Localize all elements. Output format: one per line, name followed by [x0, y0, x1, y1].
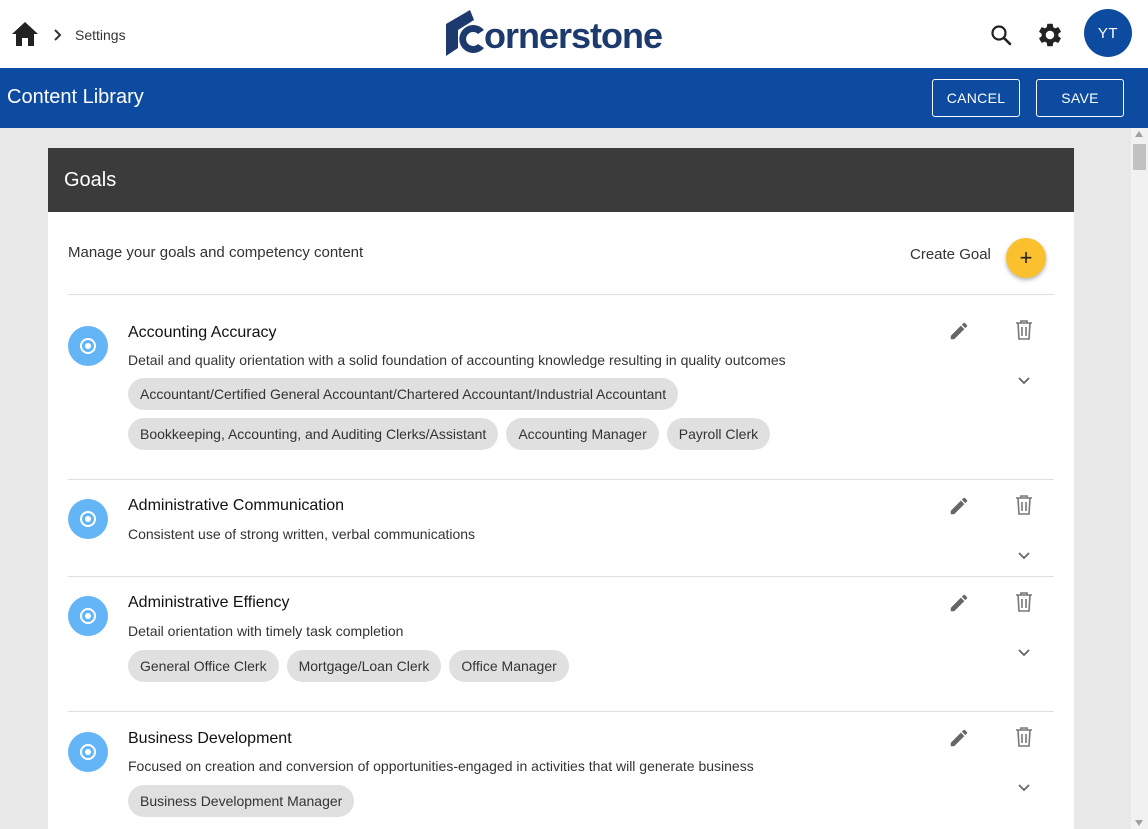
goal-title: Accounting Accuracy: [128, 324, 277, 341]
edit-pencil-icon[interactable]: [948, 320, 970, 342]
tag-chip: Bookkeeping, Accounting, and Auditing Cl…: [128, 418, 499, 450]
target-icon: [68, 326, 108, 366]
tag-chip: Accounting Manager: [506, 418, 659, 450]
goal-title: Business Development: [128, 730, 292, 747]
chevron-down-icon[interactable]: [1016, 779, 1032, 795]
goals-card: Goals Manage your goals and competency c…: [48, 148, 1074, 829]
create-goal-label[interactable]: Create Goal: [910, 246, 991, 263]
target-icon: [68, 596, 108, 636]
svg-text:ornerstone: ornerstone: [484, 15, 662, 56]
trash-icon[interactable]: [1014, 591, 1034, 613]
scroll-up-arrow-icon[interactable]: [1135, 131, 1143, 137]
plus-icon: +: [1019, 245, 1033, 270]
trash-icon[interactable]: [1014, 726, 1034, 748]
edit-pencil-icon[interactable]: [948, 592, 970, 614]
target-icon: [68, 732, 108, 772]
cornerstone-logo: ornerstone: [446, 10, 663, 56]
card-description: Manage your goals and competency content: [68, 244, 364, 261]
chevron-down-icon[interactable]: [1016, 644, 1032, 660]
chevron-right-icon: [54, 29, 62, 41]
goal-description: Focused on creation and conversion of op…: [128, 758, 754, 774]
target-icon: [68, 499, 108, 539]
avatar[interactable]: YT: [1084, 9, 1132, 57]
goal-item: Accounting Accuracy Detail and quality o…: [68, 294, 1054, 479]
trash-icon[interactable]: [1014, 494, 1034, 516]
top-bar: Settings ornerstone YT: [0, 0, 1148, 68]
scroll-down-arrow-icon[interactable]: [1135, 820, 1143, 826]
tag-chip: Payroll Clerk: [666, 418, 771, 450]
gear-icon[interactable]: [1036, 21, 1064, 49]
tag-chip: Office Manager: [449, 650, 569, 682]
goal-item: Administrative Communication Consistent …: [68, 479, 1054, 576]
tag-chip: Business Development Manager: [128, 785, 355, 817]
page-title: Content Library: [7, 86, 144, 108]
search-icon[interactable]: [989, 23, 1013, 47]
goal-description: Consistent use of strong written, verbal…: [128, 526, 476, 542]
goal-item: Business Development Focused on creation…: [68, 711, 1054, 829]
goal-description: Detail and quality orientation with a so…: [128, 352, 786, 368]
tag-chip: General Office Clerk: [128, 650, 279, 682]
tag-row: Accountant/Certified General Accountant/…: [128, 378, 679, 410]
trash-icon[interactable]: [1014, 319, 1034, 341]
chevron-down-icon[interactable]: [1016, 372, 1032, 388]
goal-item: Administrative Effiency Detail orientati…: [68, 576, 1054, 711]
page-header: Content Library CANCEL SAVE: [0, 68, 1148, 128]
edit-pencil-icon[interactable]: [948, 495, 970, 517]
tag-row: General Office Clerk Mortgage/Loan Clerk…: [128, 650, 569, 682]
goal-title: Administrative Communication: [128, 497, 345, 514]
tag-row: Business Development Manager: [128, 785, 355, 817]
save-button[interactable]: SAVE: [1036, 79, 1124, 117]
card-header: Goals: [48, 148, 1074, 212]
tag-row: Bookkeeping, Accounting, and Auditing Cl…: [128, 418, 771, 450]
card-title: Goals: [64, 169, 117, 191]
edit-pencil-icon[interactable]: [948, 727, 970, 749]
cancel-button[interactable]: CANCEL: [932, 79, 1020, 117]
goal-description: Detail orientation with timely task comp…: [128, 623, 404, 639]
chevron-down-icon[interactable]: [1016, 547, 1032, 563]
tag-chip: Accountant/Certified General Accountant/…: [128, 378, 679, 410]
tag-chip: Mortgage/Loan Clerk: [286, 650, 442, 682]
scrollbar-thumb[interactable]: [1133, 144, 1146, 170]
breadcrumb-settings[interactable]: Settings: [75, 27, 126, 43]
scrollbar[interactable]: [1131, 128, 1148, 829]
goal-title: Administrative Effiency: [128, 594, 290, 611]
home-icon[interactable]: [10, 20, 40, 48]
create-goal-button[interactable]: +: [1006, 238, 1046, 278]
